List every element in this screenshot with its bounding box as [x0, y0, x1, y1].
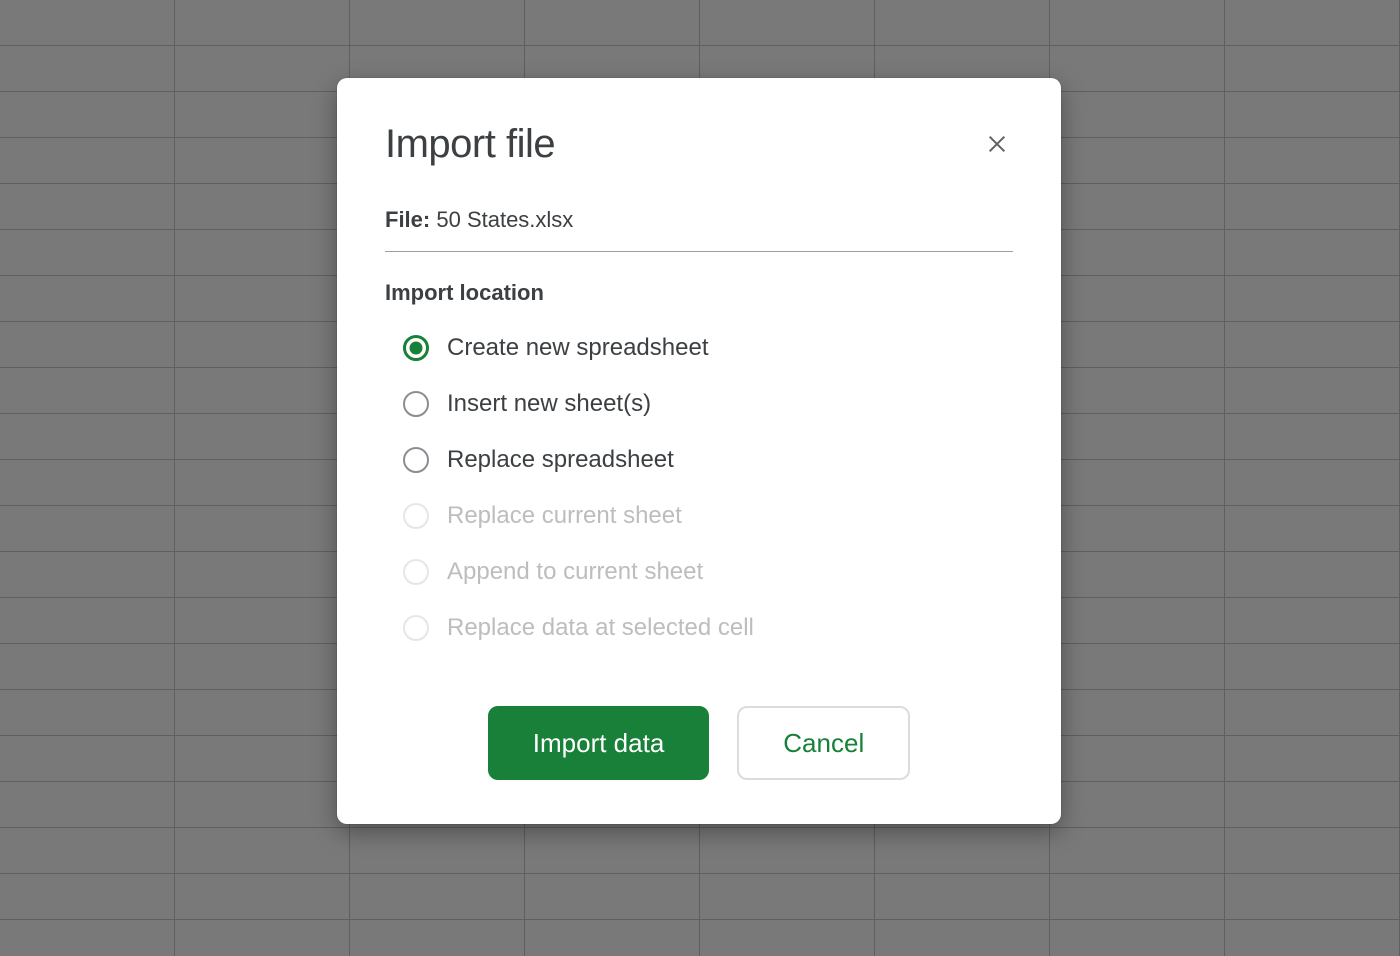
radio-label: Append to current sheet	[447, 558, 703, 586]
import-file-dialog: Import file File: 50 States.xlsx Import …	[337, 78, 1061, 824]
close-icon	[986, 133, 1008, 155]
radio-label: Replace data at selected cell	[447, 614, 754, 642]
radio-icon	[403, 615, 429, 641]
file-label: File:	[385, 207, 430, 232]
radio-icon	[403, 391, 429, 417]
radio-icon	[403, 335, 429, 361]
radio-label: Create new spreadsheet	[447, 334, 709, 362]
close-button[interactable]	[981, 128, 1013, 160]
radio-replace-current-sheet: Replace current sheet	[403, 488, 1013, 544]
radio-label: Replace current sheet	[447, 502, 682, 530]
import-data-button[interactable]: Import data	[488, 706, 710, 780]
file-name: 50 States.xlsx	[436, 207, 573, 232]
radio-append-to-current-sheet: Append to current sheet	[403, 544, 1013, 600]
import-location-label: Import location	[385, 280, 1013, 306]
radio-label: Replace spreadsheet	[447, 446, 674, 474]
radio-icon	[403, 447, 429, 473]
radio-label: Insert new sheet(s)	[447, 390, 651, 418]
radio-insert-new-sheets[interactable]: Insert new sheet(s)	[403, 376, 1013, 432]
radio-create-new-spreadsheet[interactable]: Create new spreadsheet	[403, 320, 1013, 376]
import-location-radio-group: Create new spreadsheet Insert new sheet(…	[385, 320, 1013, 656]
radio-replace-spreadsheet[interactable]: Replace spreadsheet	[403, 432, 1013, 488]
file-info: File: 50 States.xlsx	[385, 207, 1013, 252]
dialog-title: Import file	[385, 122, 555, 167]
radio-icon	[403, 559, 429, 585]
radio-replace-data-at-selected-cell: Replace data at selected cell	[403, 600, 1013, 656]
radio-icon	[403, 503, 429, 529]
cancel-button[interactable]: Cancel	[737, 706, 910, 780]
dialog-button-row: Import data Cancel	[385, 706, 1013, 780]
